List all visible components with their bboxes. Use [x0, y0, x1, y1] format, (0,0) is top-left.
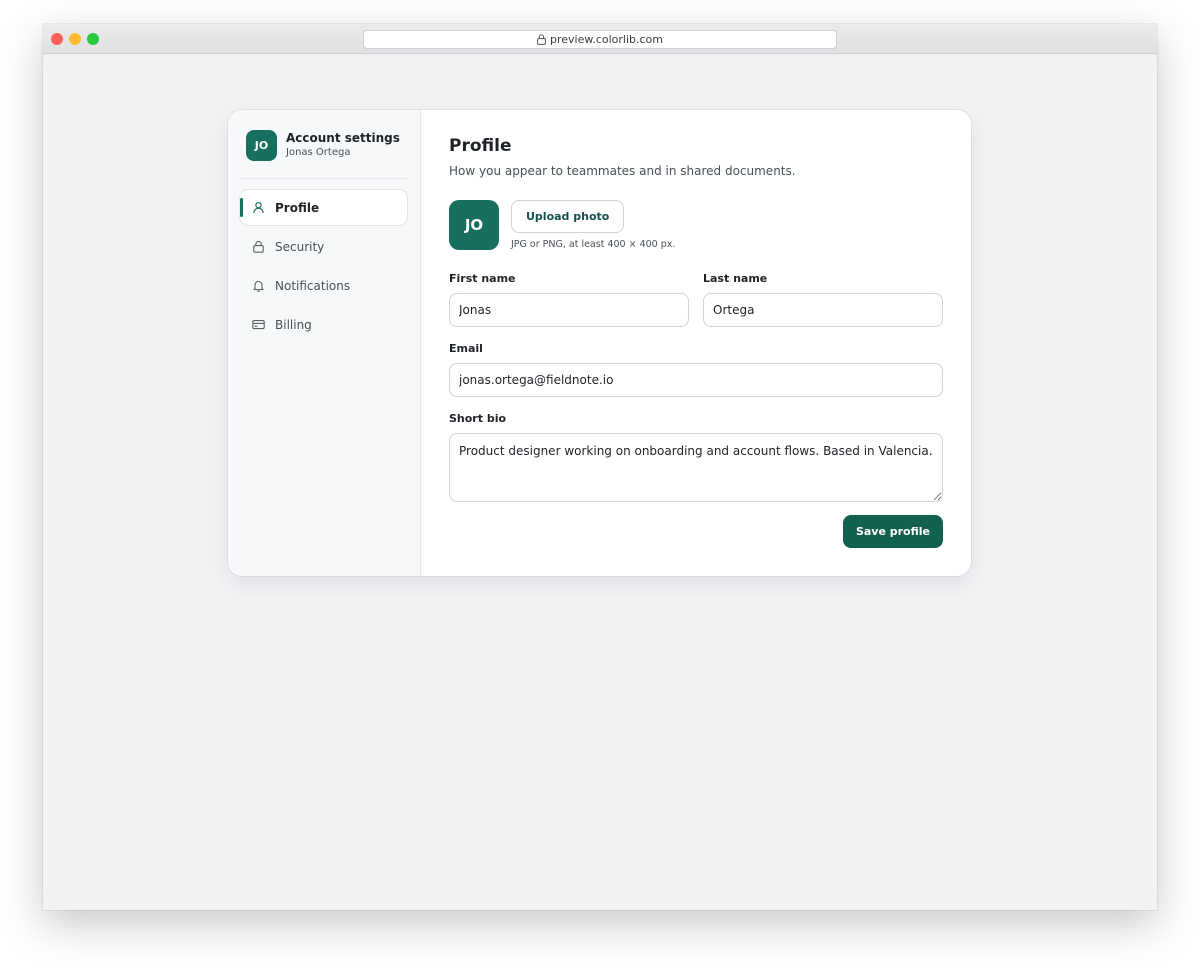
last-name-label: Last name	[703, 272, 768, 285]
url-text: preview.colorlib.com	[549, 33, 664, 46]
user-icon	[253, 201, 264, 214]
profile-avatar: JO	[449, 200, 499, 250]
avatar: JO	[246, 130, 277, 161]
sidebar-item-label: Notifications	[275, 278, 351, 293]
profile-panel: Profile How you appear to teammates and …	[421, 110, 971, 576]
settings-sidebar: JO Account settings Jonas Ortega Profile	[228, 110, 421, 576]
last-name-field[interactable]	[703, 293, 943, 327]
first-name-field[interactable]	[449, 293, 689, 327]
bell-icon	[253, 280, 264, 292]
sidebar-item-security[interactable]: Security	[240, 229, 407, 264]
photo-section: JO Upload photo JPG or PNG, at least 400…	[449, 200, 943, 250]
bio-label: Short bio	[449, 412, 507, 425]
sidebar-item-profile[interactable]: Profile	[240, 190, 407, 225]
sidebar-item-label: Billing	[275, 317, 312, 332]
maximize-window-icon[interactable]	[87, 33, 99, 45]
upload-photo-button[interactable]: Upload photo	[511, 200, 625, 233]
page-title: Profile	[449, 136, 512, 156]
sidebar-item-label: Security	[275, 239, 325, 254]
bio-textarea[interactable]: Product designer working on onboarding a…	[449, 433, 943, 502]
save-profile-button[interactable]: Save profile	[842, 515, 943, 548]
first-name-label: First name	[449, 272, 516, 285]
lock-icon	[253, 240, 264, 253]
minimize-window-icon[interactable]	[69, 33, 81, 45]
close-window-icon[interactable]	[51, 33, 63, 45]
credit-card-icon	[252, 320, 265, 330]
settings-card: JO Account settings Jonas Ortega Profile	[228, 110, 971, 576]
sidebar-item-label: Profile	[275, 200, 320, 215]
page-subtitle: How you appear to teammates and in share…	[449, 164, 796, 178]
sidebar-item-billing[interactable]: Billing	[240, 307, 407, 342]
email-label: Email	[449, 342, 483, 355]
sidebar-divider	[240, 178, 407, 179]
account-header: JO Account settings Jonas Ortega	[240, 130, 407, 161]
first-name-group: First name	[449, 272, 689, 327]
browser-window: preview.colorlib.com JO Account settings…	[43, 24, 1157, 910]
account-user-name: Jonas Ortega	[286, 147, 351, 158]
name-fields-row: First name Last name	[449, 272, 943, 327]
address-bar[interactable]: preview.colorlib.com	[363, 30, 837, 49]
sidebar-item-notifications[interactable]: Notifications	[240, 268, 407, 303]
bio-group: Short bio Product designer working on on…	[449, 412, 943, 506]
account-title: Account settings	[286, 131, 400, 145]
photo-hint: JPG or PNG, at least 400 × 400 px.	[511, 239, 676, 250]
lock-icon	[537, 34, 546, 45]
email-group: Email	[449, 342, 943, 397]
email-field[interactable]	[449, 363, 943, 397]
last-name-group: Last name	[703, 272, 943, 327]
browser-titlebar: preview.colorlib.com	[43, 24, 1157, 54]
